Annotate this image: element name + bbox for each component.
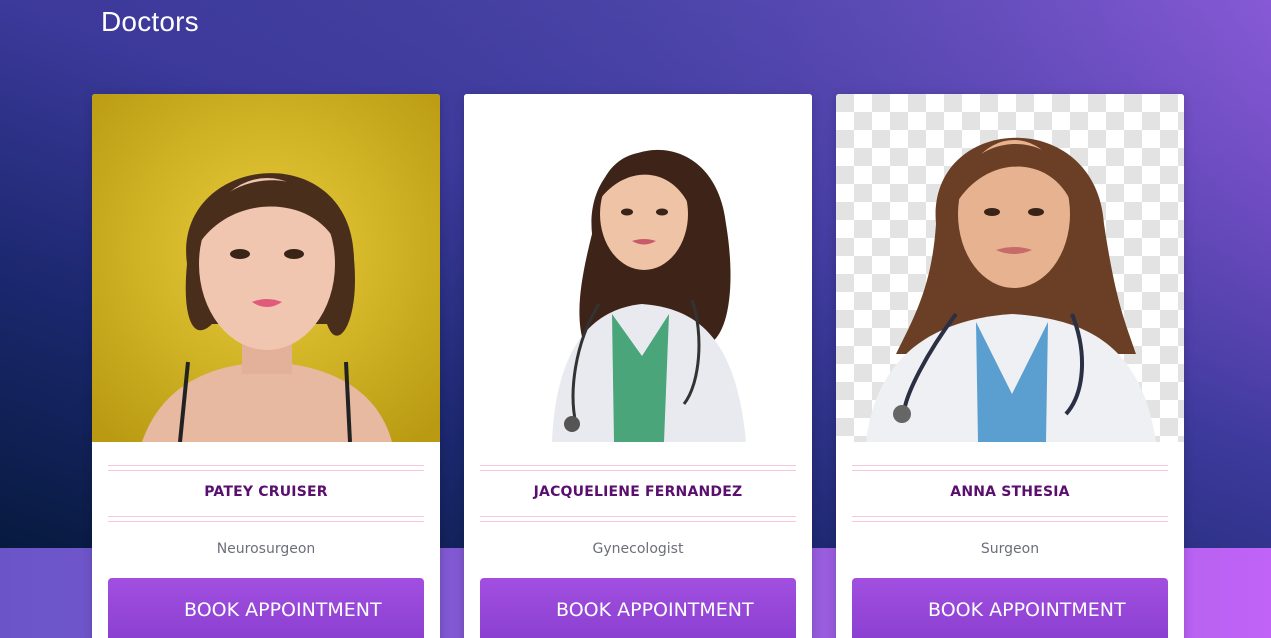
doctors-section: Doctors PATEY CRUISER Neurosurgeon BOOK … [0, 0, 1271, 638]
divider [852, 516, 1168, 522]
book-appointment-button[interactable]: BOOK APPOINTMENT [480, 578, 796, 638]
divider [108, 465, 424, 471]
doctor-specialty: Neurosurgeon [216, 541, 316, 557]
doctor-name: JACQUELIENE FERNANDEZ [533, 484, 743, 500]
divider [480, 516, 796, 522]
doctor-specialty: Gynecologist [592, 541, 684, 557]
doctor-specialty: Surgeon [980, 541, 1040, 557]
section-title: Doctors [101, 6, 199, 37]
doctor-card: ANNA STHESIA Surgeon BOOK APPOINTMENT [836, 94, 1184, 638]
divider [852, 465, 1168, 471]
doctor-photo [836, 94, 1184, 442]
book-appointment-label: BOOK APPOINTMENT [184, 599, 382, 621]
doctor-photo [464, 94, 812, 442]
doctor-card: PATEY CRUISER Neurosurgeon BOOK APPOINTM… [92, 94, 440, 638]
book-appointment-button[interactable]: BOOK APPOINTMENT [852, 578, 1168, 638]
doctor-photo [92, 94, 440, 442]
book-appointment-label: BOOK APPOINTMENT [928, 599, 1126, 621]
doctor-name: ANNA STHESIA [950, 484, 1070, 500]
doctor-name: PATEY CRUISER [204, 484, 328, 500]
book-appointment-button[interactable]: BOOK APPOINTMENT [108, 578, 424, 638]
divider [108, 516, 424, 522]
doctor-card: JACQUELIENE FERNANDEZ Gynecologist BOOK … [464, 94, 812, 638]
divider [480, 465, 796, 471]
book-appointment-label: BOOK APPOINTMENT [556, 599, 754, 621]
